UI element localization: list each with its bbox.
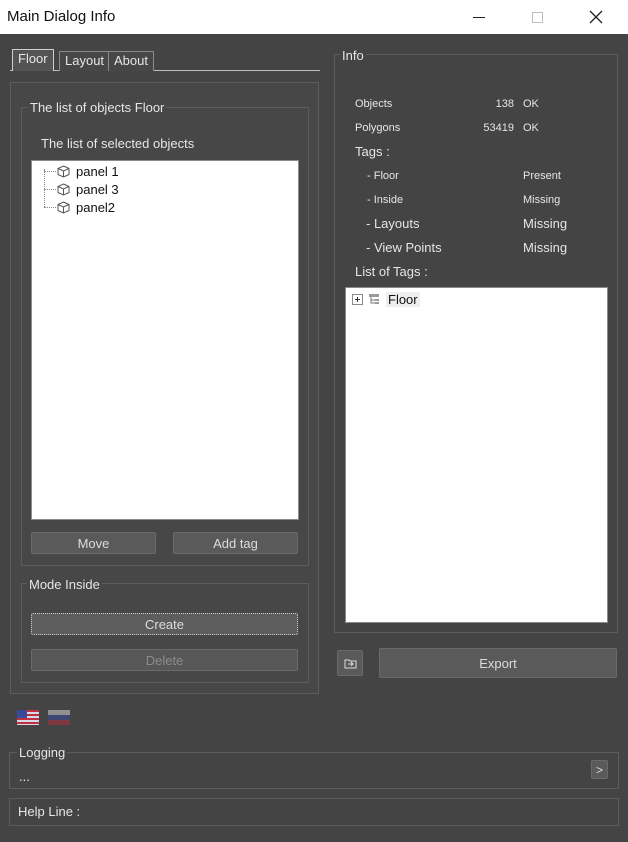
selected-objects-list[interactable]: panel 1 panel 3 panel2 [31, 160, 299, 520]
tree-connector [44, 169, 45, 207]
logging-group [9, 752, 619, 789]
polygons-count: 53419 [483, 122, 514, 134]
close-icon [589, 10, 603, 24]
tree-connector [44, 171, 56, 172]
maximize-icon [531, 11, 543, 23]
delete-button[interactable]: Delete [31, 649, 298, 671]
ru-flag-icon[interactable] [48, 710, 70, 725]
list-item[interactable]: panel2 [57, 198, 115, 216]
create-button[interactable]: Create [31, 613, 298, 635]
floor-tab-panel: The list of objects Floor The list of se… [10, 82, 319, 694]
close-button[interactable] [573, 0, 619, 34]
list-item-label: panel2 [76, 199, 116, 215]
list-item-label: panel 3 [76, 181, 119, 197]
tag-row-status: Missing [523, 216, 568, 231]
maximize-button[interactable] [514, 0, 560, 34]
tab-bar: Floor Layout About [10, 49, 320, 71]
window-title: Main Dialog Info [7, 8, 116, 25]
tag-row-name: - Layouts [366, 216, 420, 231]
tag-tree-label: Floor [386, 291, 420, 307]
selected-objects-title: The list of selected objects [41, 136, 195, 151]
tag-row-status: Missing [523, 194, 561, 206]
list-item-label: panel 1 [76, 163, 119, 179]
tree-connector [44, 189, 56, 190]
cube-icon [57, 200, 70, 214]
tab-about[interactable]: About [108, 51, 154, 71]
window-titlebar: Main Dialog Info [0, 0, 628, 34]
move-button[interactable]: Move [31, 532, 156, 554]
minimize-button[interactable] [456, 0, 502, 34]
folder-icon [344, 659, 356, 668]
tag-row-name: - Floor [367, 170, 399, 182]
tag-row-name: - Inside [367, 194, 404, 206]
cube-icon [57, 164, 70, 178]
tags-label: Tags : [355, 144, 390, 159]
tag-row-name: - View Points [366, 240, 442, 255]
objects-status: OK [523, 98, 539, 110]
polygons-status: OK [523, 122, 539, 134]
tag-row-status: Missing [523, 240, 568, 255]
us-flag-icon[interactable] [17, 710, 39, 725]
objects-floor-group-title: The list of objects Floor [28, 100, 167, 115]
minimize-icon [473, 16, 485, 18]
tag-tree-node[interactable]: Floor [352, 290, 420, 308]
help-line-label: Help Line : [18, 804, 81, 819]
tab-floor[interactable]: Floor [12, 49, 54, 71]
list-item[interactable]: panel 1 [57, 162, 119, 180]
dialog-body: Floor Layout About The list of objects F… [0, 34, 628, 842]
tab-layout[interactable]: Layout [59, 51, 111, 71]
hierarchy-icon [369, 294, 379, 304]
tree-connector [44, 207, 56, 208]
objects-count: 138 [495, 98, 514, 110]
objects-label: Objects [355, 98, 393, 110]
list-item[interactable]: panel 3 [57, 180, 119, 198]
plus-box-icon[interactable] [352, 293, 363, 305]
help-line-group [9, 798, 619, 826]
logging-text: ... [19, 769, 30, 784]
list-of-tags-label: List of Tags : [355, 264, 428, 279]
export-button[interactable]: Export [379, 648, 617, 678]
folder-button[interactable] [337, 650, 363, 676]
info-group-title: Info [340, 48, 366, 63]
logging-title: Logging [17, 745, 68, 760]
add-tag-button[interactable]: Add tag [173, 532, 298, 554]
mode-inside-group-title: Mode Inside [27, 577, 102, 592]
expand-log-button[interactable]: > [591, 760, 608, 779]
polygons-label: Polygons [355, 122, 401, 134]
tags-tree[interactable]: Floor [345, 287, 608, 623]
tag-row-status: Present [523, 170, 561, 182]
cube-icon [57, 182, 70, 196]
